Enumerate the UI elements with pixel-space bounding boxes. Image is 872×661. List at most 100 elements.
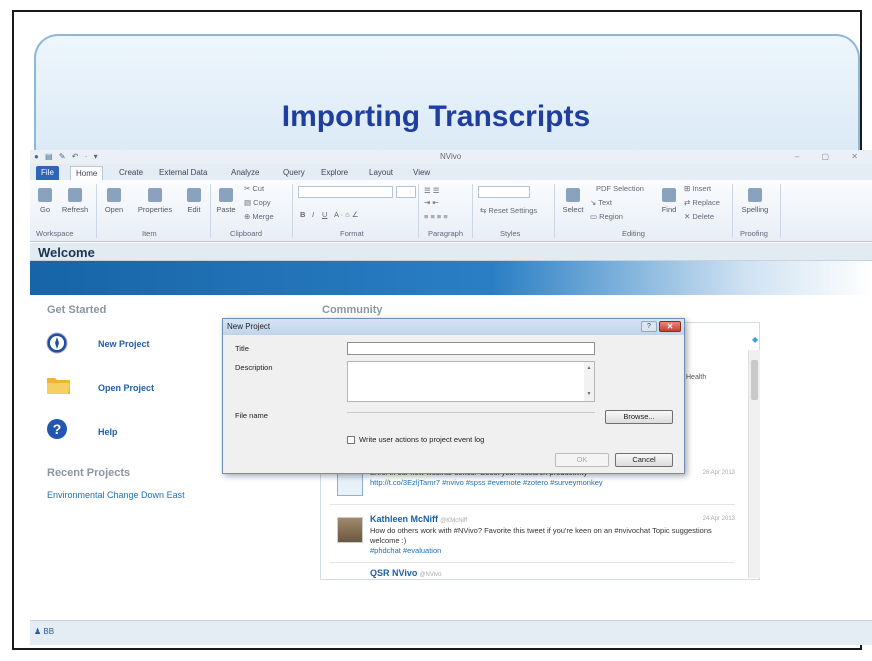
- open-project-link[interactable]: Open Project: [98, 383, 154, 393]
- group-paragraph: Paragraph: [428, 229, 464, 238]
- reset-settings-button[interactable]: ⇆ Reset Settings: [480, 206, 537, 215]
- tab-analyze[interactable]: Analyze: [226, 166, 264, 180]
- align-icon[interactable]: ≡ ≡ ≡ ≡: [424, 212, 448, 221]
- new-project-dialog: New Project ? ✕ Title Description ▲ ▼ Fil…: [222, 318, 685, 474]
- font-name-select[interactable]: [298, 186, 393, 198]
- dialog-title: New Project: [227, 322, 271, 331]
- feed-scroll-thumb[interactable]: [751, 360, 758, 400]
- help-button[interactable]: ?: [641, 321, 657, 332]
- file-name-label: File name: [235, 411, 268, 420]
- ribbon-tabs: File Home Create External Data Analyze Q…: [30, 164, 872, 180]
- recent-project-link[interactable]: Environmental Change Down East: [47, 490, 185, 500]
- tab-query[interactable]: Query: [278, 166, 310, 180]
- pdf-selection-button[interactable]: PDF Selection: [596, 184, 644, 193]
- copy-button[interactable]: ▤ Copy: [244, 198, 271, 207]
- ribbon: Go Refresh Workspace Open Properties Edi…: [30, 180, 872, 242]
- replace-button[interactable]: ⇄ Replace: [684, 198, 720, 207]
- select-button[interactable]: Select: [560, 188, 586, 214]
- cut-button[interactable]: ✂ Cut: [244, 184, 264, 193]
- list-icon[interactable]: ☰ ☰: [424, 186, 440, 195]
- feed-scrollbar[interactable]: [748, 350, 760, 578]
- find-button[interactable]: Find: [658, 188, 680, 214]
- tab-home[interactable]: Home: [70, 166, 104, 180]
- dialog-titlebar[interactable]: New Project ? ✕: [223, 319, 684, 335]
- ok-button[interactable]: OK: [555, 453, 609, 467]
- properties-button[interactable]: Properties: [132, 188, 178, 214]
- description-label: Description: [235, 363, 273, 372]
- paste-button[interactable]: Paste: [214, 188, 238, 214]
- title-input[interactable]: [347, 342, 595, 355]
- go-icon: [38, 188, 52, 202]
- quick-access-toolbar[interactable]: ● ▤ ✎ ↶ · ▾: [34, 152, 100, 161]
- refresh-button[interactable]: Refresh: [58, 188, 92, 214]
- recent-projects-heading: Recent Projects: [47, 467, 131, 479]
- group-editing: Editing: [622, 229, 645, 238]
- go-button[interactable]: Go: [36, 188, 54, 214]
- event-log-label: Write user actions to project event log: [359, 435, 485, 444]
- cancel-button[interactable]: Cancel: [615, 453, 673, 467]
- edit-button[interactable]: Edit: [182, 188, 206, 214]
- folder-icon[interactable]: [46, 374, 72, 396]
- window-controls[interactable]: – ▢ ✕: [795, 152, 868, 161]
- description-scrollbar[interactable]: ▲ ▼: [584, 362, 594, 401]
- open-button[interactable]: Open: [102, 188, 126, 214]
- pencil-icon: [187, 188, 201, 202]
- binoculars-icon: [662, 188, 676, 202]
- tab-explore[interactable]: Explore: [316, 166, 353, 180]
- twitter-bird-icon: ◆: [752, 335, 759, 344]
- group-separator: [418, 184, 419, 238]
- pushpin-icon: [107, 188, 121, 202]
- svg-text:?: ?: [53, 421, 62, 437]
- group-separator: [732, 184, 733, 238]
- paste-icon: [219, 188, 233, 202]
- spelling-button[interactable]: Spelling: [738, 188, 772, 214]
- browse-button[interactable]: Browse...: [605, 410, 673, 424]
- event-log-checkbox[interactable]: [347, 436, 355, 444]
- bold-button[interactable]: B: [300, 210, 305, 219]
- underline-button[interactable]: U: [322, 210, 327, 219]
- group-separator: [554, 184, 555, 238]
- help-icon[interactable]: ?: [46, 418, 68, 440]
- group-clipboard: Clipboard: [230, 229, 263, 238]
- feed-divider: [330, 562, 735, 563]
- feed-partial-text: Health: [686, 374, 707, 381]
- group-item: Item: [142, 229, 157, 238]
- tab-external-data[interactable]: External Data: [154, 166, 212, 180]
- tweet: QSR NVivo @NVivo: [370, 568, 442, 578]
- italic-button[interactable]: I: [312, 210, 314, 219]
- text-button[interactable]: ↘ Text: [590, 198, 612, 207]
- help-link[interactable]: Help: [98, 427, 118, 437]
- tab-view[interactable]: View: [408, 166, 435, 180]
- insert-button[interactable]: ⊞ Insert: [684, 184, 711, 193]
- title-label: Title: [235, 344, 249, 353]
- spell-check-icon: [748, 188, 762, 202]
- qsr-logo-icon: [337, 472, 363, 496]
- tab-create[interactable]: Create: [114, 166, 148, 180]
- status-user: ♟ BB: [34, 627, 55, 636]
- font-size-select[interactable]: [396, 186, 416, 198]
- compass-icon[interactable]: [46, 332, 68, 354]
- get-started-heading: Get Started: [47, 304, 107, 316]
- group-workspace: Workspace: [36, 229, 74, 238]
- style-select[interactable]: [478, 186, 530, 198]
- welcome-header: Welcome: [30, 243, 872, 261]
- font-color-icon[interactable]: A · ⌂ ∠: [334, 210, 359, 219]
- window-titlebar: ● ▤ ✎ ↶ · ▾ NVivo – ▢ ✕: [30, 150, 872, 164]
- title-banner: [34, 34, 860, 154]
- welcome-banner: [30, 261, 872, 295]
- properties-icon: [148, 188, 162, 202]
- delete-button[interactable]: ✕ Delete: [684, 212, 714, 221]
- user-icon: ♟: [34, 627, 42, 636]
- indent-icon[interactable]: ⇥ ⇤: [424, 198, 439, 207]
- region-button[interactable]: ▭ Region: [590, 212, 623, 221]
- file-name-field[interactable]: [347, 412, 595, 413]
- tab-file[interactable]: File: [36, 166, 59, 180]
- group-proofing: Proofing: [740, 229, 768, 238]
- merge-button[interactable]: ⊕ Merge: [244, 212, 274, 221]
- new-project-link[interactable]: New Project: [98, 339, 150, 349]
- tab-layout[interactable]: Layout: [364, 166, 398, 180]
- tweet: 24 Apr 2013 Kathleen McNiff @KMcNiff How…: [370, 514, 735, 555]
- group-separator: [292, 184, 293, 238]
- description-input[interactable]: ▲ ▼: [347, 361, 595, 402]
- close-button[interactable]: ✕: [659, 321, 681, 332]
